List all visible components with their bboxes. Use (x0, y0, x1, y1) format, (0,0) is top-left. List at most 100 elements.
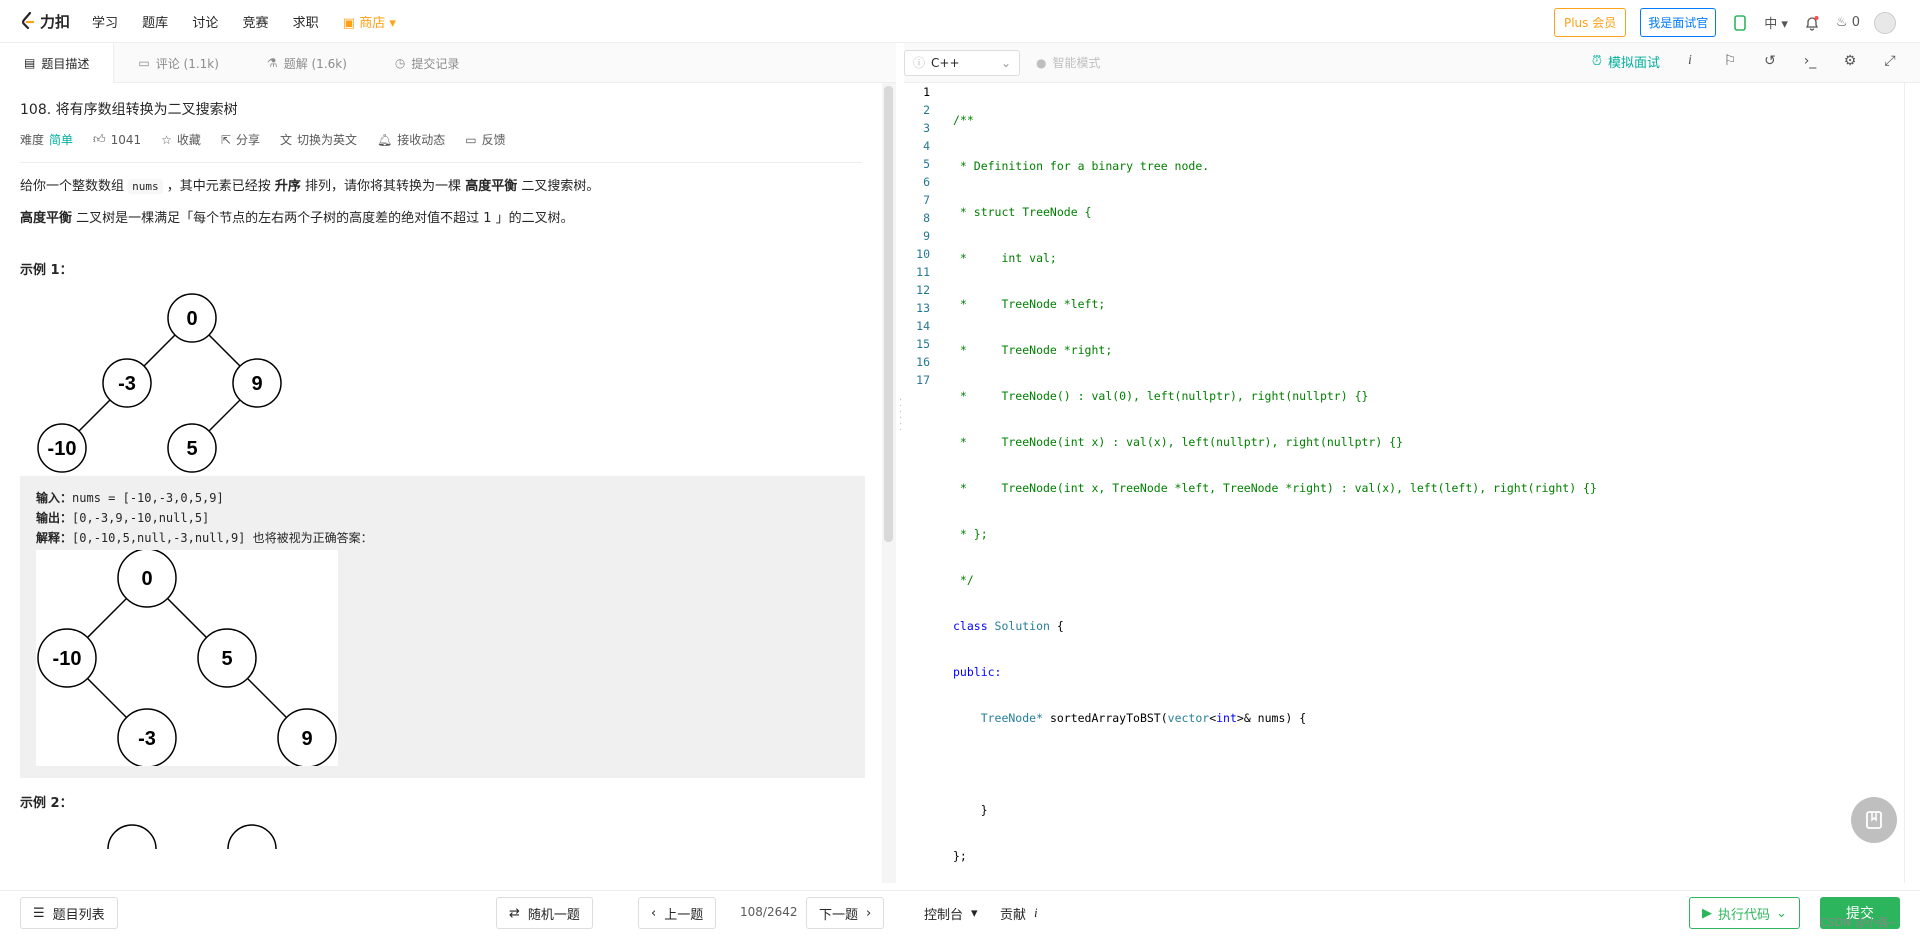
code-line[interactable]: } (953, 801, 1597, 819)
mobile-app-icon[interactable] (1730, 13, 1750, 33)
example-1-alt-tree-container: 0 -10 5 -3 9 (36, 548, 338, 768)
bell-icon: 🔔︎ (377, 132, 393, 147)
explain-value: [0,-10,5,null,-3,null,9] (72, 531, 246, 545)
code-area[interactable]: /** * Definition for a binary tree node.… (953, 83, 1597, 893)
output-value: [0,-3,9,-10,null,5] (72, 511, 210, 525)
line-number: 4 (923, 139, 930, 153)
play-icon: ▶ (1702, 905, 1712, 921)
line-number: 11 (916, 265, 930, 279)
code-line[interactable]: * TreeNode *right; (953, 341, 1597, 359)
language-label: 中 (1764, 17, 1778, 32)
points-counter[interactable]: ♨ 0 (1836, 15, 1860, 30)
translate-icon: 文 (279, 133, 292, 147)
explain-tail: 也将被视为正确答案： (245, 531, 373, 545)
nav-discuss[interactable]: 讨论 (192, 16, 218, 31)
nav-contest[interactable]: 竞赛 (242, 16, 268, 31)
tab-submissions[interactable]: ◷ 提交记录 (371, 43, 484, 83)
code-line[interactable]: * TreeNode() : val(0), left(nullptr), ri… (953, 387, 1597, 405)
language-select[interactable]: ⓘ C++ ⌄ (904, 49, 1020, 76)
prev-problem-button[interactable]: ‹ 上一题 (638, 897, 717, 929)
code-line[interactable] (953, 755, 1597, 773)
run-code-button[interactable]: ▶ 执行代码 ⌄ (1689, 897, 1800, 929)
logo[interactable]: 力扣 (20, 11, 70, 32)
code-line[interactable]: }; (953, 847, 1597, 865)
share-button[interactable]: ⇱ 分享 (221, 131, 260, 148)
code-token: class (953, 619, 988, 633)
chevron-left-icon: ‹ (651, 905, 657, 921)
code-line[interactable]: /** (953, 111, 1597, 129)
favorite-button[interactable]: ☆ 收藏 (161, 131, 201, 148)
smart-mode-toggle[interactable]: ● 智能模式 (1036, 54, 1101, 71)
tab-description[interactable]: ▤ 题目描述 (0, 43, 115, 83)
line-number-gutter: 1 2 3 4 5 6 7 8 9 10 11 12 13 14 15 16 17 (904, 83, 938, 883)
code-line[interactable]: TreeNode* sortedArrayToBST(vector<int>& … (953, 709, 1597, 727)
description-paragraph-2: 高度平衡 二叉树是一棵满足「每个节点的左右两个子树的高度差的绝对值不超过 1 」… (20, 209, 862, 229)
reset-icon[interactable]: ↺ (1760, 51, 1780, 71)
flag-icon[interactable]: ⚐ (1720, 51, 1740, 71)
console-label: 控制台 (924, 907, 964, 923)
code-token: sortedArrayToBST( (1043, 711, 1168, 725)
tab-label: 评论 (1.1k) (155, 56, 219, 71)
panel-resize-handle[interactable]: · · · · · · (896, 43, 904, 883)
plus-member-button[interactable]: Plus 会员 (1553, 8, 1627, 37)
chevron-down-icon: ▾ (971, 905, 978, 921)
console-toggle[interactable]: 控制台 ▾ (912, 897, 990, 929)
text: 二叉树是一棵满足「每个节点的左右两个子树的高度差的绝对值不超过 1 」的二叉树。 (72, 211, 574, 226)
tab-comments[interactable]: ▭ 评论 (1.1k) (114, 43, 243, 83)
notes-floating-button[interactable] (1851, 797, 1897, 843)
settings-icon[interactable]: ⚙ (1840, 51, 1860, 71)
chevron-right-icon: › (866, 905, 872, 921)
info-italic-icon[interactable]: i (1680, 51, 1700, 71)
next-label: 下一题 (819, 907, 859, 923)
tab-label: 题解 (1.6k) (283, 56, 347, 71)
code-line[interactable]: * int val; (953, 249, 1597, 267)
code-line[interactable]: public: (953, 663, 1597, 681)
code-line[interactable]: * }; (953, 525, 1597, 543)
code-line[interactable]: * TreeNode *left; (953, 295, 1597, 313)
code-line[interactable]: * struct TreeNode { (953, 203, 1597, 221)
code-line[interactable]: class Solution { (953, 617, 1597, 635)
nav-jobs[interactable]: 求职 (293, 16, 319, 31)
interviewer-button[interactable]: 我是面试官 (1640, 8, 1717, 37)
feedback-button[interactable]: ▭ 反馈 (465, 131, 505, 148)
code-line[interactable]: * TreeNode(int x) : val(x), left(nullptr… (953, 433, 1597, 451)
problem-meta: 难度 简单 👍︎ 1041 ☆ 收藏 ⇱ 分享 文切换为英文 🔔︎ 接收动态 ▭ 反馈 (20, 131, 862, 163)
like-button[interactable]: 👍︎ 1041 (93, 132, 141, 147)
fullscreen-icon[interactable]: ⤢ (1880, 51, 1900, 71)
random-problem-button[interactable]: ⇄ 随机一题 (496, 897, 593, 929)
terminal-icon[interactable]: ›_ (1800, 51, 1820, 71)
nav-problems[interactable]: 题库 (142, 16, 168, 31)
description-paragraph-1: 给你一个整数数组 nums ，其中元素已经按 升序 排列，请你将其转换为一棵 高… (20, 177, 862, 197)
input-value: nums = [-10,-3,0,5,9] (72, 491, 224, 505)
output-label: 输出： (36, 511, 73, 525)
nav-learn[interactable]: 学习 (92, 16, 118, 31)
difficulty-badge: 简单 (49, 133, 74, 147)
contribute-button[interactable]: 贡献 i (988, 897, 1050, 929)
notification-bell-icon[interactable] (1802, 13, 1822, 33)
code-line[interactable]: */ (953, 571, 1597, 589)
tab-solutions[interactable]: ⚗ 题解 (1.6k) (243, 43, 371, 83)
info-icon: ⓘ (913, 56, 926, 70)
description-scrollbar-thumb[interactable] (884, 86, 893, 542)
star-icon: ☆ (161, 132, 172, 147)
code-line[interactable]: * Definition for a binary tree node. (953, 157, 1597, 175)
code-editor[interactable]: 1 2 3 4 5 6 7 8 9 10 11 12 13 14 15 16 17 /** * Definiti… (904, 83, 1904, 883)
avatar[interactable] (1874, 11, 1896, 34)
code-line[interactable]: * TreeNode(int x, TreeNode *left, TreeNo… (953, 479, 1597, 497)
problem-list-button[interactable]: ☰ 题目列表 (20, 897, 118, 929)
switch-english-button[interactable]: 文切换为英文 (280, 131, 357, 148)
line-number: 16 (916, 355, 930, 369)
header-actions: Plus 会员 我是面试官 中 ▾ ♨ 0 (1553, 8, 1896, 37)
next-problem-button[interactable]: 下一题 › (806, 897, 885, 929)
notebook-icon (1866, 811, 1882, 829)
notify-button[interactable]: 🔔︎ 接收动态 (377, 131, 445, 148)
nav-store[interactable]: ▣ 商店 ▾ (343, 16, 396, 31)
points-value: 0 (1851, 15, 1860, 30)
bold-text: 升序 (274, 179, 301, 194)
line-number: 2 (923, 103, 930, 117)
alarm-clock-icon: ⏰︎ (1591, 53, 1602, 69)
text: 给你一个整数数组 (20, 179, 129, 194)
language-switch[interactable]: 中 ▾ (1764, 13, 1788, 32)
mock-interview-button[interactable]: ⏰︎ 模拟面试 (1592, 52, 1660, 71)
store-icon: ▣ (342, 15, 360, 31)
